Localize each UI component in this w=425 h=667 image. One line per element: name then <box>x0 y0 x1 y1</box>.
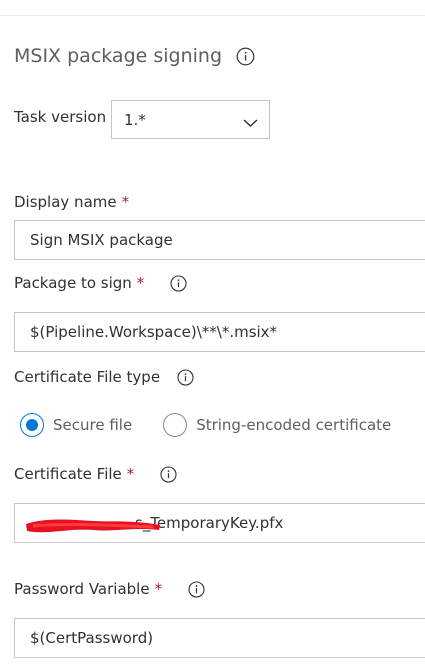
chevron-down-icon <box>243 114 258 132</box>
certificate-file-picker[interactable]: s_TemporaryKey.pfx <box>14 503 425 543</box>
info-icon[interactable] <box>177 368 194 386</box>
info-icon[interactable] <box>160 465 177 483</box>
package-to-sign-label-text: Package to sign <box>14 274 132 292</box>
section-title-text: MSIX package signing <box>14 45 223 67</box>
task-version-value: 1.* <box>124 110 146 129</box>
package-to-sign-value: $(Pipeline.Workspace)\**\*.msix* <box>30 323 278 341</box>
display-name-input[interactable]: Sign MSIX package <box>14 220 425 260</box>
package-to-sign-input[interactable]: $(Pipeline.Workspace)\**\*.msix* <box>14 312 425 352</box>
package-to-sign-label: Package to sign * <box>14 274 187 292</box>
task-version-label: Task version <box>14 108 106 126</box>
top-divider <box>0 15 425 16</box>
certificate-file-label: Certificate File * <box>14 465 177 483</box>
display-name-label-text: Display name <box>14 193 117 211</box>
section-title: MSIX package signing <box>14 45 255 67</box>
radio-secure-file[interactable]: Secure file <box>20 413 132 437</box>
required-mark: * <box>154 580 163 598</box>
password-variable-value: $(CertPassword) <box>30 629 154 647</box>
info-icon[interactable] <box>170 274 187 292</box>
radio-secure-file-label[interactable]: Secure file <box>53 416 132 434</box>
certificate-file-type-label: Certificate File type <box>14 368 194 386</box>
password-variable-input[interactable]: $(CertPassword) <box>14 618 425 658</box>
info-icon[interactable] <box>188 580 205 598</box>
task-version-label-text: Task version <box>14 108 107 126</box>
certificate-file-type-radio-group: Secure file String-encoded certificate <box>20 412 391 438</box>
password-variable-label-text: Password Variable <box>14 580 150 598</box>
display-name-label: Display name * <box>14 193 129 211</box>
task-version-dropdown[interactable]: 1.* <box>111 100 270 139</box>
info-icon[interactable] <box>236 47 255 66</box>
required-mark: * <box>136 274 145 292</box>
radio-circle-checked[interactable] <box>20 413 44 437</box>
certificate-file-value: s_TemporaryKey.pfx <box>135 514 284 532</box>
certificate-file-label-text: Certificate File <box>14 465 122 483</box>
password-variable-label: Password Variable * <box>14 580 205 598</box>
msix-signing-task-panel: MSIX package signing Task version 1.* Di… <box>0 0 425 667</box>
required-mark: * <box>126 465 135 483</box>
radio-string-encoded-certificate[interactable]: String-encoded certificate <box>163 413 391 437</box>
radio-string-encoded-label[interactable]: String-encoded certificate <box>196 416 391 434</box>
radio-circle-unchecked[interactable] <box>163 413 188 437</box>
certificate-file-type-label-text: Certificate File type <box>14 368 161 386</box>
required-mark: * <box>121 193 130 211</box>
display-name-value: Sign MSIX package <box>30 231 173 249</box>
